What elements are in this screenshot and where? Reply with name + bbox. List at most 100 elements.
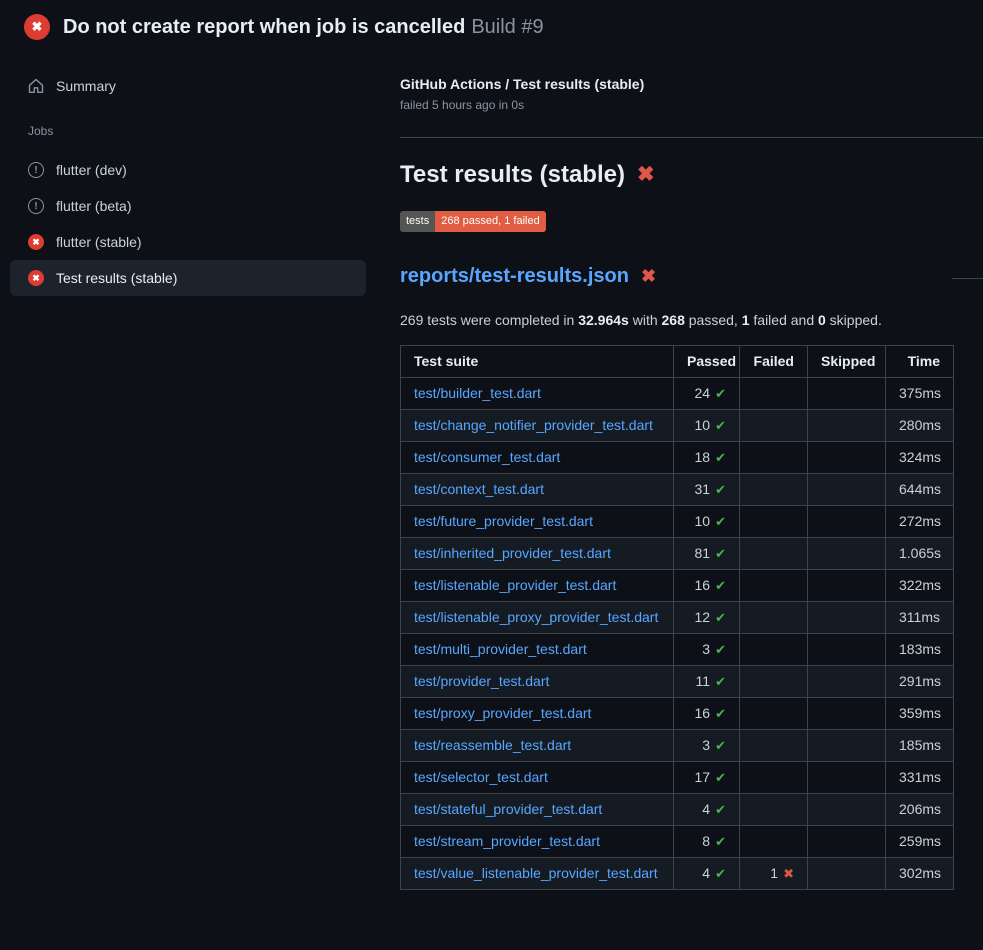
failed-cell: [740, 474, 808, 506]
suite-cell: test/stream_provider_test.dart: [401, 826, 674, 858]
test-suite-link[interactable]: test/context_test.dart: [414, 481, 544, 497]
failed-cell: [740, 602, 808, 634]
count-value: 4: [702, 801, 710, 817]
tests-badge: tests 268 passed, 1 failed: [400, 211, 546, 232]
skipped-cell: [808, 730, 886, 762]
report-link[interactable]: reports/test-results.json: [400, 264, 629, 288]
check-icon: ✔: [715, 802, 726, 817]
test-suite-link[interactable]: test/selector_test.dart: [414, 769, 548, 785]
failed-cell: [740, 506, 808, 538]
count-value: 18: [695, 449, 711, 465]
time-cell: 272ms: [886, 506, 954, 538]
divider: [400, 137, 983, 138]
sidebar-item-flutter-dev[interactable]: ! flutter (dev): [10, 152, 366, 188]
test-suite-row: test/context_test.dart31✔644ms: [401, 474, 954, 506]
sidebar-item-test-results-stable[interactable]: ✖ Test results (stable): [10, 260, 366, 296]
sidebar-item-summary[interactable]: Summary: [10, 68, 366, 104]
test-suite-link[interactable]: test/consumer_test.dart: [414, 449, 560, 465]
test-suite-link[interactable]: test/listenable_provider_test.dart: [414, 577, 616, 593]
test-suite-link[interactable]: test/stream_provider_test.dart: [414, 833, 600, 849]
failed-cell: [740, 410, 808, 442]
time-cell: 1.065s: [886, 538, 954, 570]
check-icon: ✔: [715, 450, 726, 465]
time-cell: 359ms: [886, 698, 954, 730]
count-value: 3: [702, 737, 710, 753]
skipped-cell: [808, 378, 886, 410]
count-value: 16: [695, 577, 711, 593]
time-cell: 183ms: [886, 634, 954, 666]
test-suite-link[interactable]: test/reassemble_test.dart: [414, 737, 571, 753]
run-title-text: Do not create report when job is cancell…: [63, 16, 465, 38]
test-suite-row: test/proxy_provider_test.dart16✔359ms: [401, 698, 954, 730]
skipped-cell: [808, 634, 886, 666]
check-icon: ✔: [715, 482, 726, 497]
test-suite-link[interactable]: test/change_notifier_provider_test.dart: [414, 417, 653, 433]
time-cell: 291ms: [886, 666, 954, 698]
test-suite-link[interactable]: test/inherited_provider_test.dart: [414, 545, 611, 561]
cross-icon: ✖: [783, 866, 794, 881]
results-table: Test suite Passed Failed Skipped Time te…: [400, 345, 954, 890]
test-suite-link[interactable]: test/listenable_proxy_provider_test.dart: [414, 609, 658, 625]
col-skipped: Skipped: [808, 346, 886, 378]
test-suite-link[interactable]: test/future_provider_test.dart: [414, 513, 593, 529]
test-suite-link[interactable]: test/value_listenable_provider_test.dart: [414, 865, 658, 881]
check-icon: ✔: [715, 642, 726, 657]
check-icon: ✔: [715, 578, 726, 593]
count-value: 31: [695, 481, 711, 497]
summary-line: 269 tests were completed in 32.964s with…: [400, 312, 983, 329]
check-icon: ✔: [715, 674, 726, 689]
sidebar-item-flutter-beta[interactable]: ! flutter (beta): [10, 188, 366, 224]
suite-cell: test/change_notifier_provider_test.dart: [401, 410, 674, 442]
test-suite-row: test/consumer_test.dart18✔324ms: [401, 442, 954, 474]
time-cell: 375ms: [886, 378, 954, 410]
page-layout: Summary Jobs ! flutter (dev) ! flutter (…: [0, 52, 983, 890]
test-suite-link[interactable]: test/multi_provider_test.dart: [414, 641, 587, 657]
failed-cell: [740, 538, 808, 570]
skipped-cell: [808, 794, 886, 826]
failed-cell: [740, 666, 808, 698]
sidebar-summary-label: Summary: [56, 78, 116, 94]
test-suite-row: test/reassemble_test.dart3✔185ms: [401, 730, 954, 762]
test-suite-link[interactable]: test/stateful_provider_test.dart: [414, 801, 602, 817]
failed-cell: [740, 634, 808, 666]
build-number: Build #9: [471, 16, 543, 38]
test-suite-link[interactable]: test/provider_test.dart: [414, 673, 549, 689]
suite-cell: test/builder_test.dart: [401, 378, 674, 410]
suite-cell: test/listenable_provider_test.dart: [401, 570, 674, 602]
count-value: 10: [695, 513, 711, 529]
count-value: 11: [696, 673, 711, 689]
run-header: ✖ Do not create report when job is cance…: [0, 0, 983, 52]
test-suite-row: test/stateful_provider_test.dart 4 ✔ 206ms: [401, 794, 954, 826]
home-icon: [28, 78, 44, 94]
failed-cell: 1✖: [740, 858, 808, 890]
count-value: 17: [695, 769, 711, 785]
check-icon: ✔: [715, 386, 726, 401]
test-suite-row: test/value_listenable_provider_test.dart…: [401, 858, 954, 890]
suite-cell: test/provider_test.dart: [401, 666, 674, 698]
skipped-cell: [808, 506, 886, 538]
passed-cell: 4✔: [674, 858, 740, 890]
check-icon: ✔: [715, 866, 726, 881]
test-suite-row: test/stream_provider_test.dart8✔259ms: [401, 826, 954, 858]
suite-cell: test/future_provider_test.dart: [401, 506, 674, 538]
check-icon: ✔: [715, 834, 726, 849]
passed-cell: 31 ✔: [674, 474, 740, 506]
sidebar: Summary Jobs ! flutter (dev) ! flutter (…: [0, 52, 376, 296]
cross-mark-icon: ✖: [641, 264, 656, 288]
test-suite-row: test/provider_test.dart 11 ✔ 291ms: [401, 666, 954, 698]
test-suite-link[interactable]: test/builder_test.dart: [414, 385, 541, 401]
jobs-list: ! flutter (dev) ! flutter (beta) ✖ flutt…: [0, 152, 376, 296]
time-cell: 206ms: [886, 794, 954, 826]
summary-text: skipped.: [826, 312, 882, 328]
check-icon: ✔: [715, 706, 726, 721]
sidebar-item-flutter-stable[interactable]: ✖ flutter (stable): [10, 224, 366, 260]
job-label: flutter (beta): [56, 198, 131, 214]
skipped-cell: [808, 410, 886, 442]
suite-cell: test/proxy_provider_test.dart: [401, 698, 674, 730]
test-suite-link[interactable]: test/proxy_provider_test.dart: [414, 705, 591, 721]
skipped-cell: [808, 474, 886, 506]
failed-cell: [740, 570, 808, 602]
test-suite-row: test/listenable_provider_test.dart 16 ✔ 322…: [401, 570, 954, 602]
time-cell: 322ms: [886, 570, 954, 602]
summary-text: with: [629, 312, 662, 328]
